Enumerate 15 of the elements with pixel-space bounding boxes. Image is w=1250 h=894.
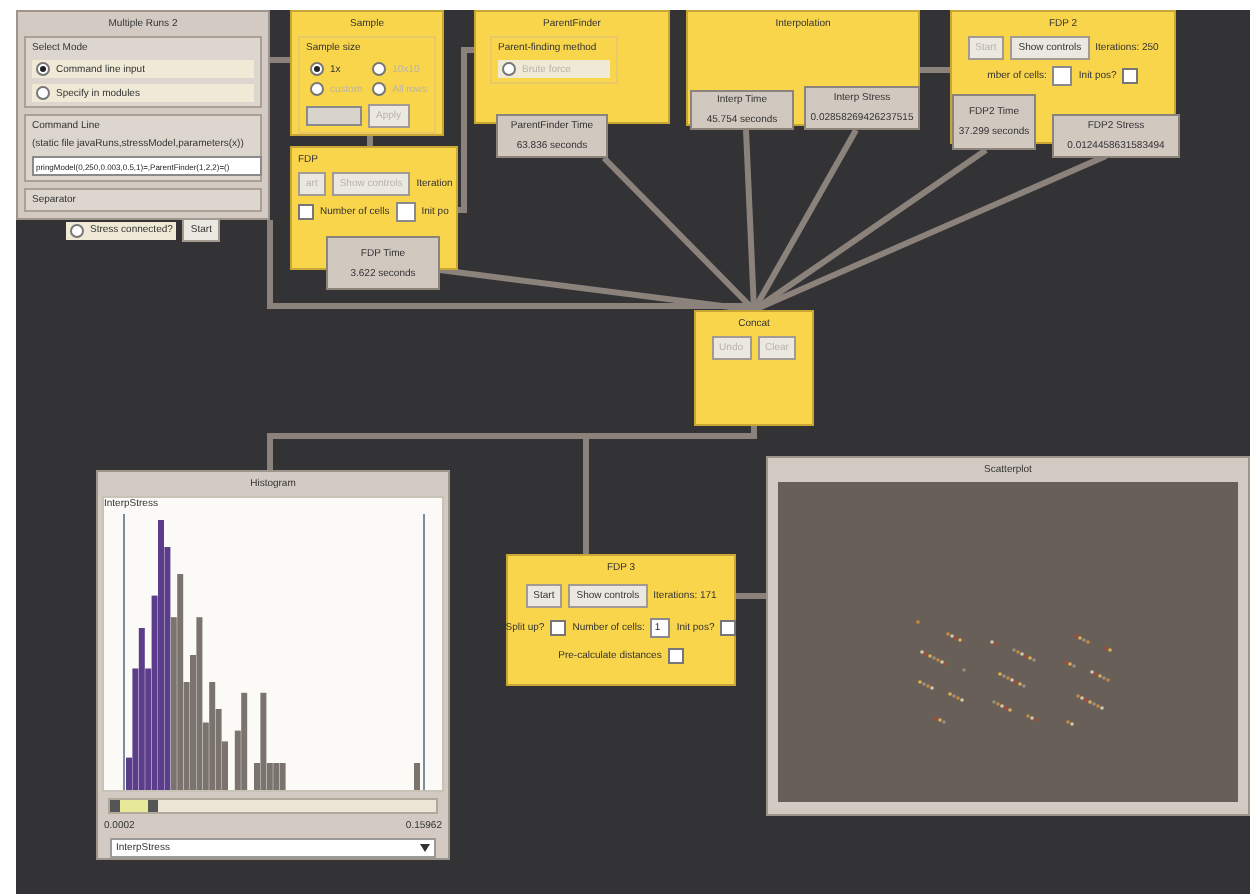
checkbox[interactable] xyxy=(550,620,567,636)
checkbox[interactable] xyxy=(1122,68,1139,84)
cells-field[interactable] xyxy=(395,202,416,222)
checkbox[interactable] xyxy=(720,620,737,636)
connector-line xyxy=(270,57,290,63)
checkbox[interactable] xyxy=(667,648,684,664)
histogram-bar xyxy=(413,763,419,790)
cells-field[interactable] xyxy=(1052,66,1073,86)
connector-line xyxy=(920,67,950,73)
range-slider[interactable] xyxy=(108,798,438,814)
caret-icon xyxy=(420,844,430,852)
connector-line xyxy=(367,136,373,146)
range-thumb[interactable] xyxy=(110,800,159,812)
checkbox[interactable] xyxy=(298,204,314,220)
connector-line xyxy=(736,593,766,599)
